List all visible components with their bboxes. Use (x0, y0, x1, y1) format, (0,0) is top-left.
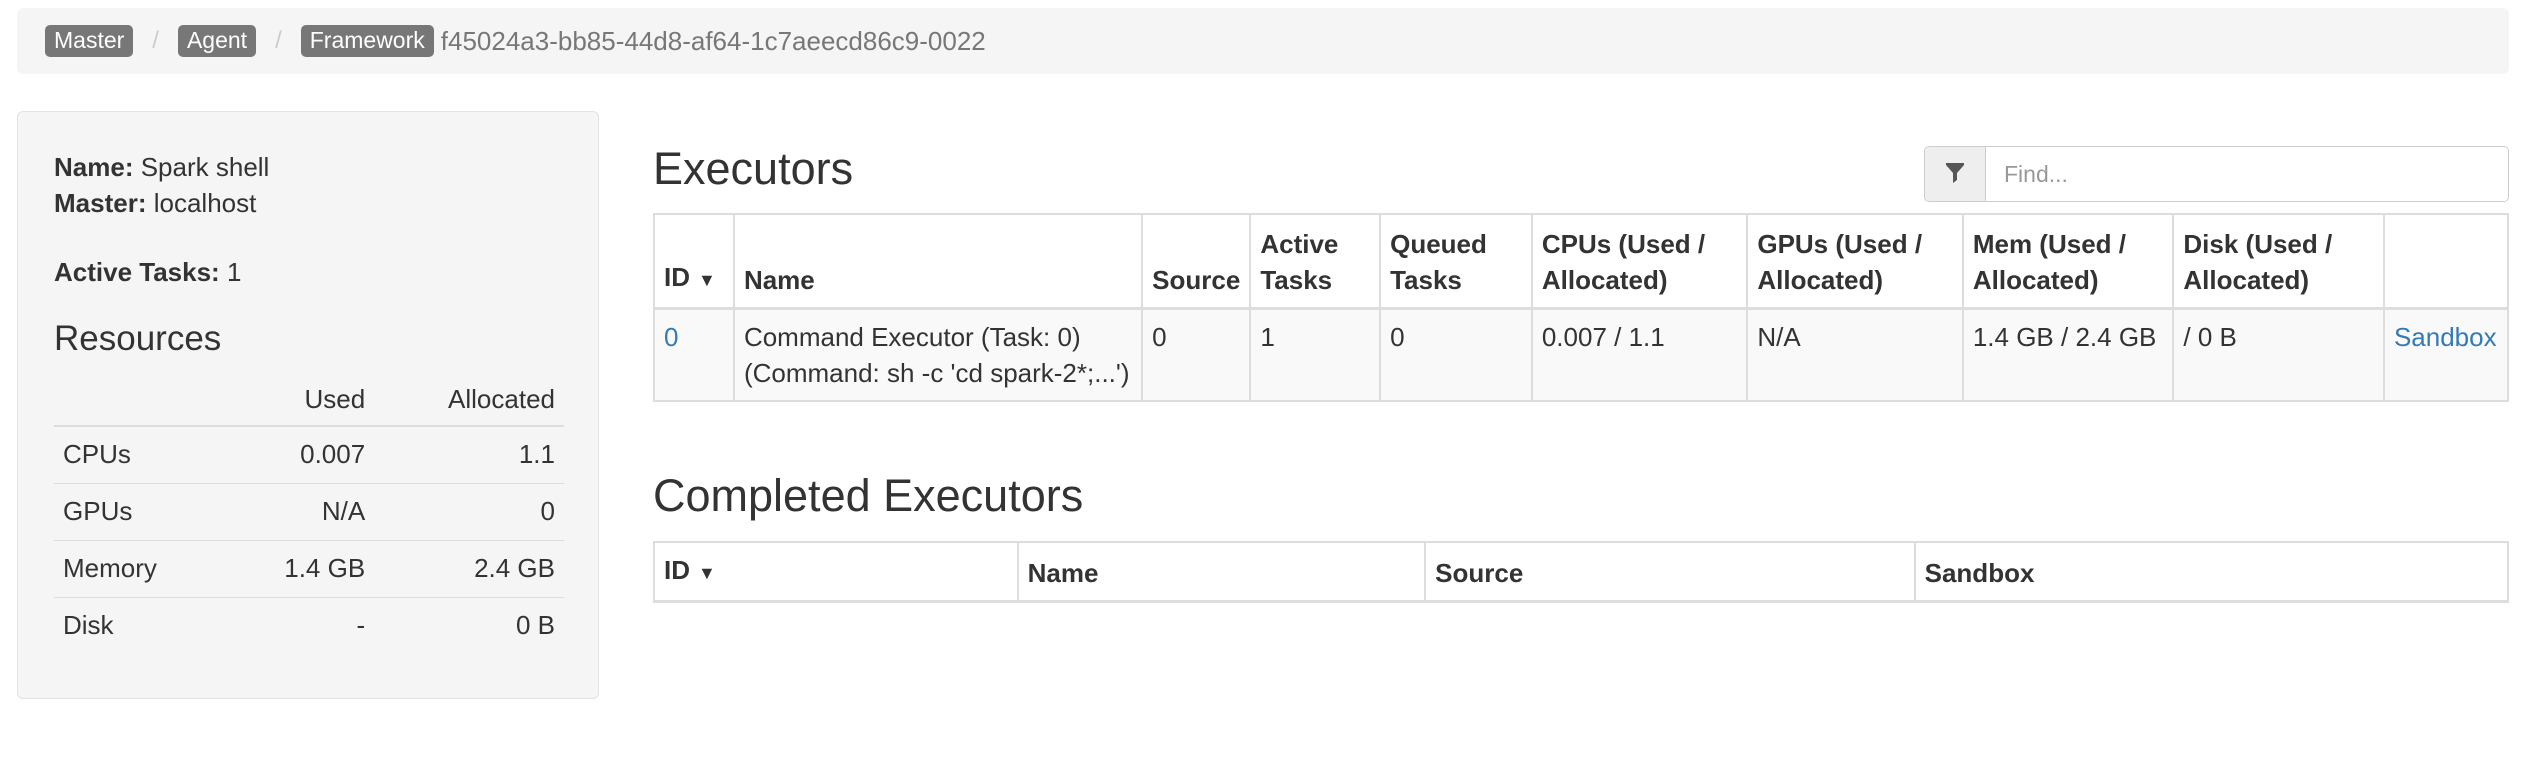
framework-id: f45024a3-bb85-44d8-af64-1c7aeecd86c9-002… (440, 25, 986, 56)
column-header-label: ID (664, 555, 690, 585)
executor-mem-cell: 1.4 GB / 2.4 GB (1961, 307, 2175, 402)
resources-header-used: Used (223, 378, 375, 427)
executor-id-cell: 0 (653, 307, 735, 402)
column-header-line: Mem (Used / (1972, 228, 2126, 259)
breadcrumb-agent[interactable]: Agent (177, 25, 257, 57)
table-row: CPUs 0.007 1.1 (54, 426, 564, 484)
completed-executors-title: Completed Executors (653, 470, 1084, 521)
search-input[interactable] (1986, 147, 2508, 201)
sort-desc-icon: ▼ (698, 563, 716, 583)
column-header-line: Active (1260, 228, 1339, 259)
column-header-line: Allocated) (2183, 264, 2310, 295)
name-label: Name: (54, 152, 134, 182)
column-header-line: Allocated) (1972, 264, 2099, 295)
resource-allocated: 0 B (374, 597, 564, 654)
column-header-source[interactable]: Source (1424, 541, 1916, 603)
sort-desc-icon: ▼ (698, 269, 716, 290)
sandbox-link[interactable]: Sandbox (2394, 322, 2497, 352)
breadcrumb: Master / Agent / Framework f45024a3-bb85… (17, 8, 2509, 74)
master-line: Master: localhost (54, 185, 562, 221)
executor-gpus-cell: N/A (1746, 307, 1964, 402)
column-header-source[interactable]: Source (1141, 213, 1252, 310)
name-value: Spark shell (140, 152, 270, 182)
executor-sandbox-cell: Sandbox (2382, 307, 2510, 402)
column-header-line: CPUs (Used / (1541, 228, 1706, 259)
active-tasks-line: Active Tasks: 1 (54, 254, 562, 290)
column-header-line: GPUs (Used / (1757, 228, 1923, 259)
resources-header-allocated: Allocated (374, 378, 564, 427)
framework-summary-panel: Name: Spark shell Master: localhost Acti… (17, 111, 599, 699)
executors-title: Executors (653, 143, 854, 194)
table-row: Disk - 0 B (54, 597, 564, 654)
executor-source-cell: 0 (1141, 307, 1252, 402)
column-header-id[interactable]: ID ▼ (653, 541, 1019, 603)
executor-id-link[interactable]: 0 (664, 322, 678, 352)
table-row: Memory 1.4 GB 2.4 GB (54, 540, 564, 598)
executor-active-tasks-cell: 1 (1249, 307, 1382, 402)
resource-label: Memory (54, 540, 224, 598)
active-tasks-value: 1 (226, 257, 242, 287)
breadcrumb-framework[interactable]: Framework (300, 25, 434, 57)
resource-allocated: 1.1 (518, 439, 555, 469)
column-header-name[interactable]: Name (1016, 541, 1427, 603)
column-header-line: Tasks (1260, 264, 1333, 295)
column-header-cpus[interactable]: CPUs (Used / Allocated) (1530, 213, 1749, 310)
column-header-line: Allocated) (1541, 264, 1668, 295)
executor-queued-tasks-cell: 0 (1379, 307, 1533, 402)
column-header-line: Tasks (1390, 264, 1462, 295)
breadcrumb-separator: / (152, 27, 159, 54)
executor-cpus-cell: 0.007 / 1.1 (1530, 307, 1749, 402)
master-value: localhost (153, 188, 257, 218)
resources-table: Used Allocated CPUs 0.007 1.1 GPUs N/A 0… (54, 378, 564, 654)
table-row: 0 Command Executor (Task: 0) (Command: s… (653, 307, 2510, 402)
column-header-sandbox[interactable]: Sandbox (1913, 541, 2510, 603)
resource-used: N/A (223, 483, 375, 541)
table-row: GPUs N/A 0 (54, 483, 564, 541)
resources-header-blank (54, 378, 224, 427)
completed-executors-header-row: ID ▼ Name Source Sandbox (653, 541, 2510, 603)
executors-header-row: ID ▼ Name Source Active Tasks Queued Task… (653, 213, 2510, 310)
resource-label: GPUs (54, 483, 224, 541)
column-header-label: ID (664, 261, 690, 292)
resources-header-row: Used Allocated (54, 378, 564, 427)
column-header-name[interactable]: Name (732, 213, 1144, 310)
filter-icon (1925, 147, 1986, 201)
resource-used: - (223, 597, 375, 654)
breadcrumb-separator: / (275, 27, 282, 54)
resources-title: Resources (54, 319, 222, 358)
column-header-line: Queued (1390, 228, 1487, 259)
active-tasks-label: Active Tasks: (54, 257, 220, 287)
column-header-gpus[interactable]: GPUs (Used / Allocated) (1746, 213, 1964, 310)
column-header-line: Disk (Used / (2183, 228, 2333, 259)
breadcrumb-master[interactable]: Master (45, 25, 134, 57)
column-header-active-tasks[interactable]: Active Tasks (1249, 213, 1382, 310)
master-label: Master: (54, 188, 147, 218)
resource-allocated: 0 (374, 483, 564, 541)
resource-label: CPUs (63, 439, 131, 469)
column-header-disk[interactable]: Disk (Used / Allocated) (2172, 213, 2385, 310)
column-header-queued-tasks[interactable]: Queued Tasks (1379, 213, 1533, 310)
resource-label: Disk (54, 597, 224, 654)
column-header-line: Allocated) (1757, 264, 1884, 295)
completed-executors-table: ID ▼ Name Source Sandbox (653, 541, 2510, 603)
resource-used: 1.4 GB (223, 540, 375, 598)
executor-command-line: (Command: sh -c 'cd spark-2*;...') (743, 357, 1130, 388)
executors-table: ID ▼ Name Source Active Tasks Queued Task… (653, 213, 2510, 402)
column-header-id[interactable]: ID ▼ (653, 213, 735, 310)
executor-search (1924, 146, 2509, 202)
name-line: Name: Spark shell (54, 149, 562, 185)
column-header-mem[interactable]: Mem (Used / Allocated) (1961, 213, 2175, 310)
resource-allocated: 2.4 GB (374, 540, 564, 598)
executor-name-line: Command Executor (Task: 0) (743, 321, 1081, 352)
executor-name-cell: Command Executor (Task: 0) (Command: sh … (732, 307, 1144, 402)
column-header-sandbox (2382, 213, 2510, 310)
resource-used: 0.007 (300, 439, 366, 469)
executor-disk-cell: / 0 B (2172, 307, 2385, 402)
